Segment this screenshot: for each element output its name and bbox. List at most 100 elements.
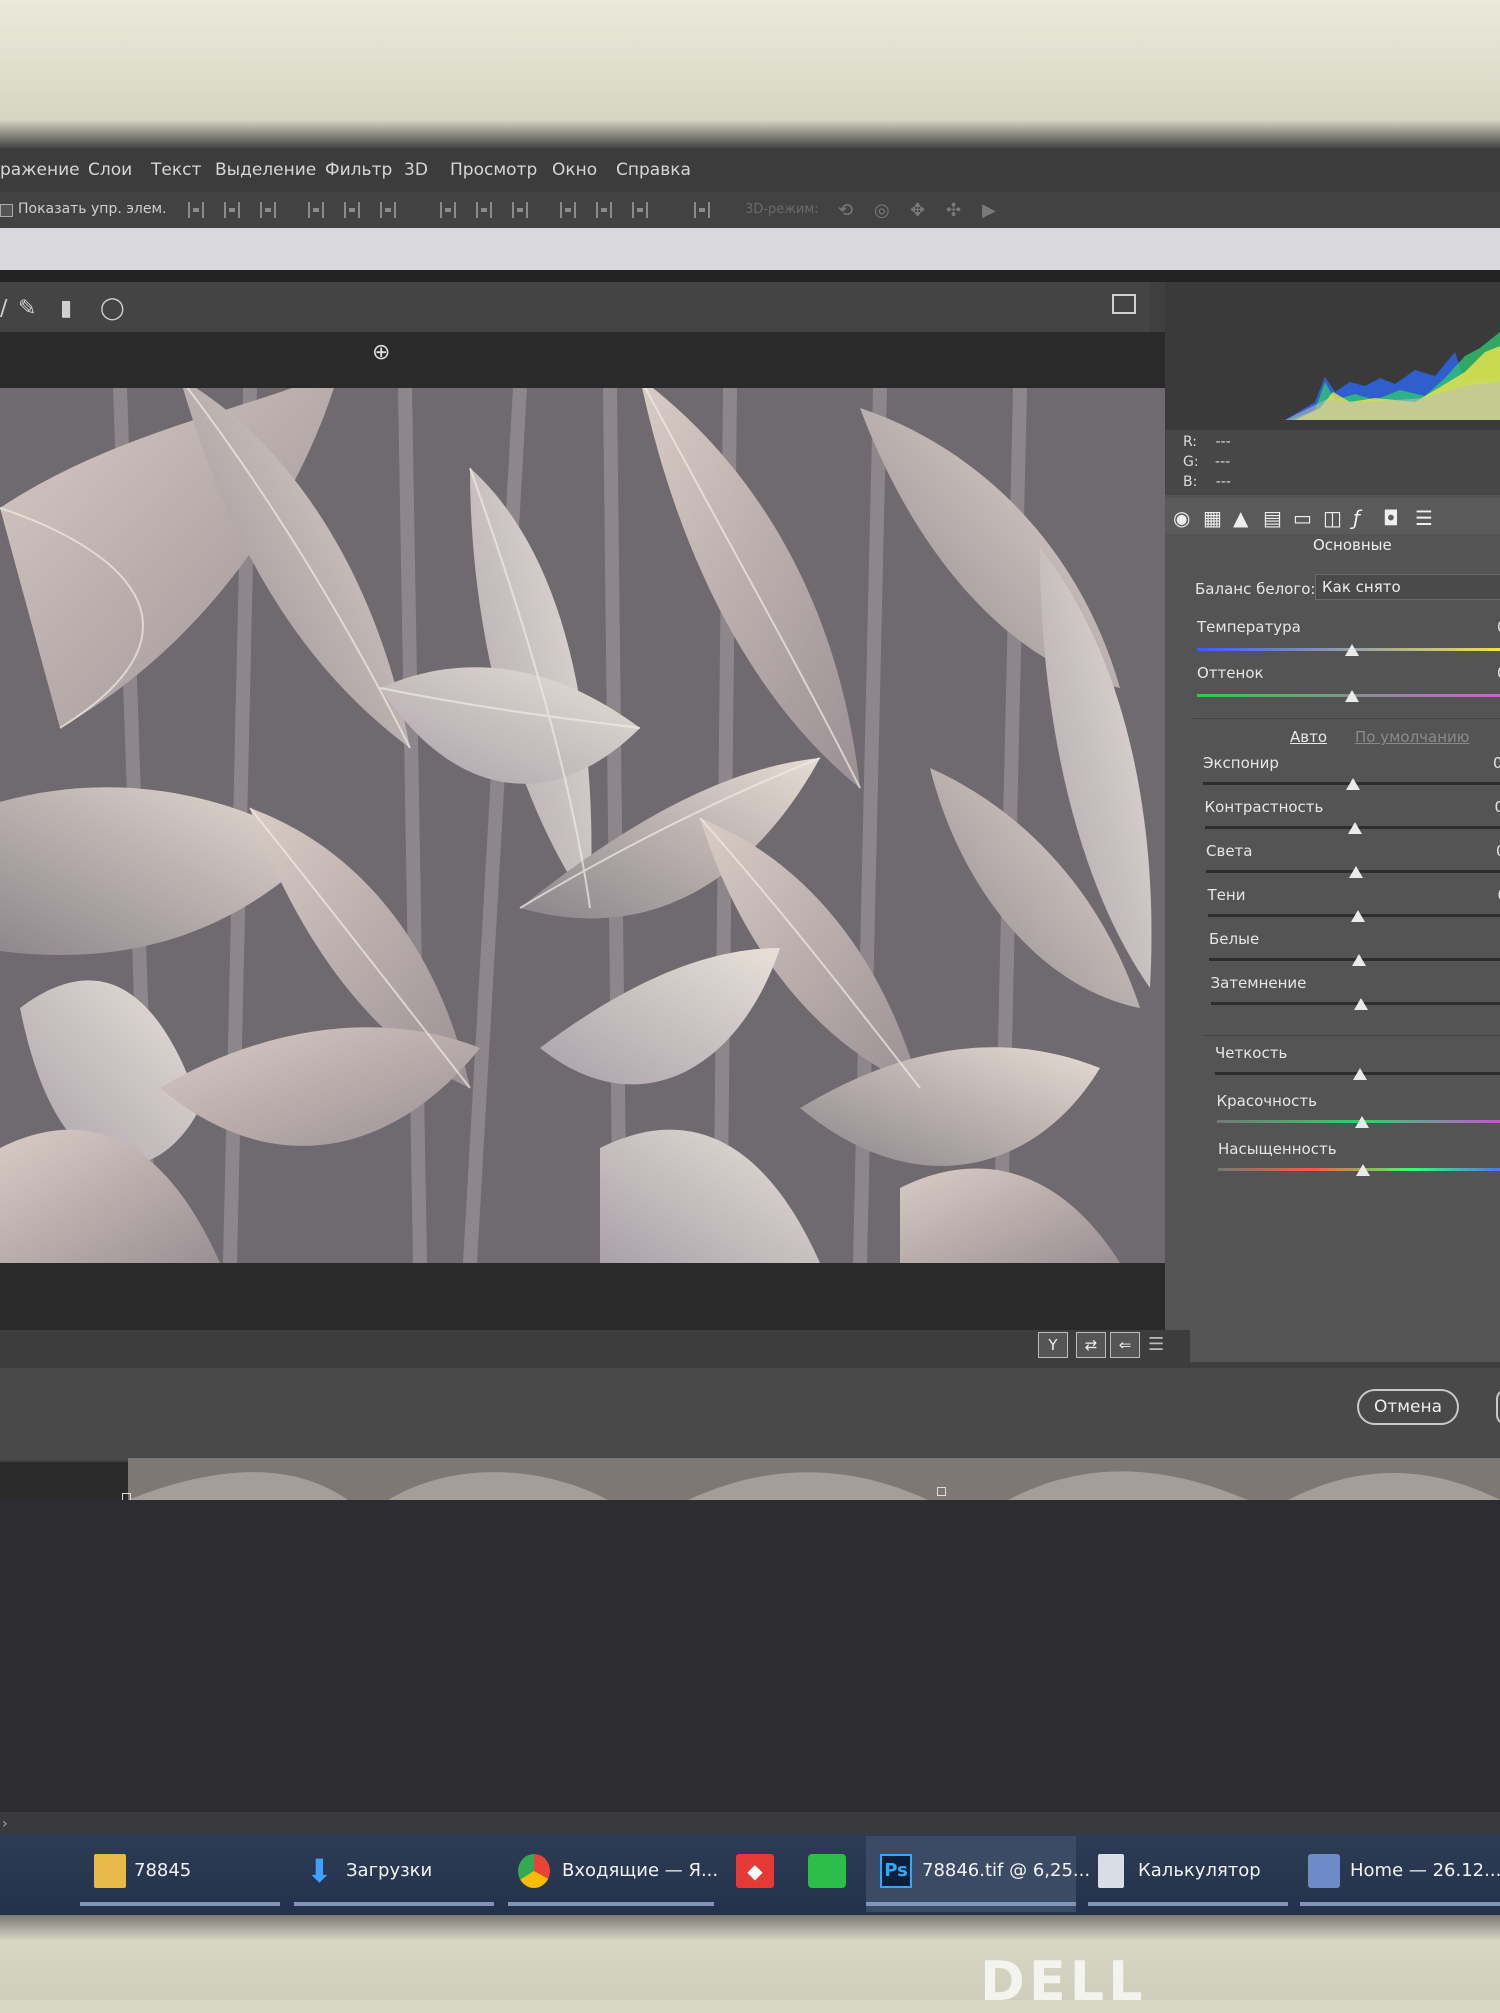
- remote-desktop-icon: [1308, 1854, 1340, 1888]
- fullscreen-toggle-icon[interactable]: [1112, 294, 1136, 314]
- slider-value[interactable]: 0: [1495, 798, 1500, 816]
- taskbar-item-photoshop[interactable]: Ps 78846.tif @ 6,25...: [866, 1836, 1076, 1912]
- white-balance-select[interactable]: Как снято: [1315, 574, 1500, 600]
- menu-view[interactable]: Просмотр: [450, 160, 537, 180]
- presets-tab-icon[interactable]: ☰: [1415, 506, 1433, 530]
- spot-removal-icon[interactable]: ∕: [0, 296, 7, 321]
- menu-layers[interactable]: Слои: [88, 160, 132, 180]
- taskbar-item-green-app[interactable]: [800, 1836, 856, 1912]
- chevron-right-icon[interactable]: ›: [2, 1816, 8, 1832]
- slider-thumb[interactable]: [1355, 1116, 1369, 1128]
- menu-help[interactable]: Справка: [616, 160, 691, 180]
- menu-window[interactable]: Окно: [552, 160, 597, 180]
- align-left-icon[interactable]: [308, 202, 324, 218]
- auto-button[interactable]: Авто: [1290, 728, 1327, 746]
- b-value: ---: [1216, 474, 1231, 490]
- menu-filter[interactable]: Фильтр: [325, 160, 392, 180]
- camera-calibration-tab-icon[interactable]: ◘: [1383, 506, 1399, 530]
- distribute-top-icon[interactable]: [440, 202, 456, 218]
- pan-3d-icon[interactable]: ✥: [910, 200, 925, 221]
- copy-settings-icon[interactable]: ⇐: [1110, 1332, 1140, 1358]
- taskbar-item-remote-desktop[interactable]: Home — 26.12...: [1300, 1836, 1500, 1912]
- align-vcenter-icon[interactable]: [224, 202, 240, 218]
- rgb-readout: R: --- G: --- B: ---: [1165, 430, 1500, 495]
- slider-thumb[interactable]: [1345, 690, 1359, 702]
- graduated-filter-icon[interactable]: ▮: [60, 296, 72, 321]
- distribute-left-icon[interactable]: [560, 202, 576, 218]
- basic-tab-icon[interactable]: ◉: [1173, 506, 1190, 530]
- taskbar-item-calculator[interactable]: Калькулятор: [1088, 1836, 1288, 1912]
- slider-label: Красочность: [1217, 1092, 1317, 1110]
- distribute-vcenter-icon[interactable]: [476, 202, 492, 218]
- taskbar-item-indicator: [1300, 1902, 1500, 1906]
- effects-tab-icon[interactable]: ƒ: [1353, 506, 1360, 530]
- distribute-right-icon[interactable]: [632, 202, 648, 218]
- histogram: [1165, 282, 1500, 430]
- chrome-icon: [518, 1854, 550, 1888]
- slider-thumb[interactable]: [1352, 954, 1366, 966]
- lens-tab-icon[interactable]: ◫: [1323, 506, 1342, 530]
- dell-logo: DELL: [980, 1950, 1147, 2013]
- slider-thumb[interactable]: [1351, 910, 1365, 922]
- menu-text[interactable]: Текст: [151, 160, 201, 180]
- roll-3d-icon[interactable]: ◎: [874, 200, 890, 221]
- menu-image[interactable]: ражение: [0, 160, 80, 180]
- r-value: ---: [1215, 434, 1230, 450]
- align-top-icon[interactable]: [188, 202, 204, 218]
- radial-filter-icon[interactable]: ◯: [100, 296, 125, 321]
- slider-thumb[interactable]: [1354, 998, 1368, 1010]
- menu-select[interactable]: Выделение: [215, 160, 316, 180]
- horizontal-scrollbar[interactable]: [0, 1812, 1500, 1834]
- slider-thumb[interactable]: [1356, 1164, 1370, 1176]
- auto-align-icon[interactable]: [694, 202, 710, 218]
- panel-title: Основные: [1165, 534, 1500, 560]
- transform-handle[interactable]: [937, 1487, 946, 1496]
- align-right-icon[interactable]: [380, 202, 396, 218]
- slider-value[interactable]: 0: [1496, 842, 1500, 860]
- slider-value[interactable]: 0: [1493, 754, 1500, 772]
- scale-3d-icon[interactable]: ▶: [982, 200, 996, 221]
- detail-tab-icon[interactable]: ▲: [1233, 506, 1248, 530]
- align-hcenter-icon[interactable]: [344, 202, 360, 218]
- dialog-footer: [0, 1368, 1500, 1460]
- split-toning-tab-icon[interactable]: ▭: [1293, 506, 1312, 530]
- slider-thumb[interactable]: [1346, 778, 1360, 790]
- cancel-button[interactable]: Отмена: [1357, 1389, 1459, 1425]
- hsl-tab-icon[interactable]: ▤: [1263, 506, 1282, 530]
- swap-settings-icon[interactable]: ⇄: [1076, 1332, 1106, 1358]
- taskbar-item-downloads[interactable]: ⬇ Загрузки: [294, 1836, 494, 1912]
- distribute-hcenter-icon[interactable]: [596, 202, 612, 218]
- open-button-edge[interactable]: [1496, 1389, 1500, 1425]
- preview-settings-icon[interactable]: ☰: [1148, 1334, 1164, 1355]
- photo-preview[interactable]: [0, 388, 1170, 1263]
- taskbar-item-anydesk[interactable]: ◆: [728, 1836, 784, 1912]
- taskbar-item-label: 78846.tif @ 6,25...: [922, 1860, 1090, 1881]
- preview-bottom-bar: [0, 1330, 1190, 1368]
- white-balance-label: Баланс белого:: [1195, 580, 1315, 598]
- slider-label: Затемнение: [1211, 974, 1307, 992]
- adjustment-brush-icon[interactable]: ✎: [18, 296, 36, 321]
- taskbar-item-chrome[interactable]: Входящие — Я...: [508, 1836, 714, 1912]
- slider-thumb[interactable]: [1345, 644, 1359, 656]
- slider-label: Белые: [1209, 930, 1259, 948]
- slider-label: Света: [1206, 842, 1252, 860]
- tone-curve-tab-icon[interactable]: ▦: [1203, 506, 1222, 530]
- taskbar-item-label: 78845: [134, 1860, 191, 1881]
- menu-3d[interactable]: 3D: [404, 160, 428, 180]
- default-button[interactable]: По умолчанию: [1355, 728, 1469, 746]
- divider: [1193, 718, 1500, 719]
- slider-thumb[interactable]: [1353, 1068, 1367, 1080]
- orbit-3d-icon[interactable]: ⟲: [838, 200, 853, 221]
- show-controls-label: Показать упр. элем.: [18, 201, 167, 217]
- distribute-bottom-icon[interactable]: [512, 202, 528, 218]
- slider-thumb[interactable]: [1348, 822, 1362, 834]
- align-bottom-icon[interactable]: [260, 202, 276, 218]
- show-controls-checkbox[interactable]: [0, 204, 13, 217]
- slider-thumb[interactable]: [1349, 866, 1363, 878]
- slide-3d-icon[interactable]: ✣: [946, 200, 961, 221]
- taskbar-item-folder[interactable]: 78845: [80, 1836, 280, 1912]
- leaf-artwork: [0, 388, 1170, 1263]
- white-balance-value: Как снято: [1322, 578, 1401, 596]
- before-after-icon[interactable]: Y: [1038, 1332, 1068, 1358]
- zoom-icon[interactable]: ⊕: [372, 340, 398, 366]
